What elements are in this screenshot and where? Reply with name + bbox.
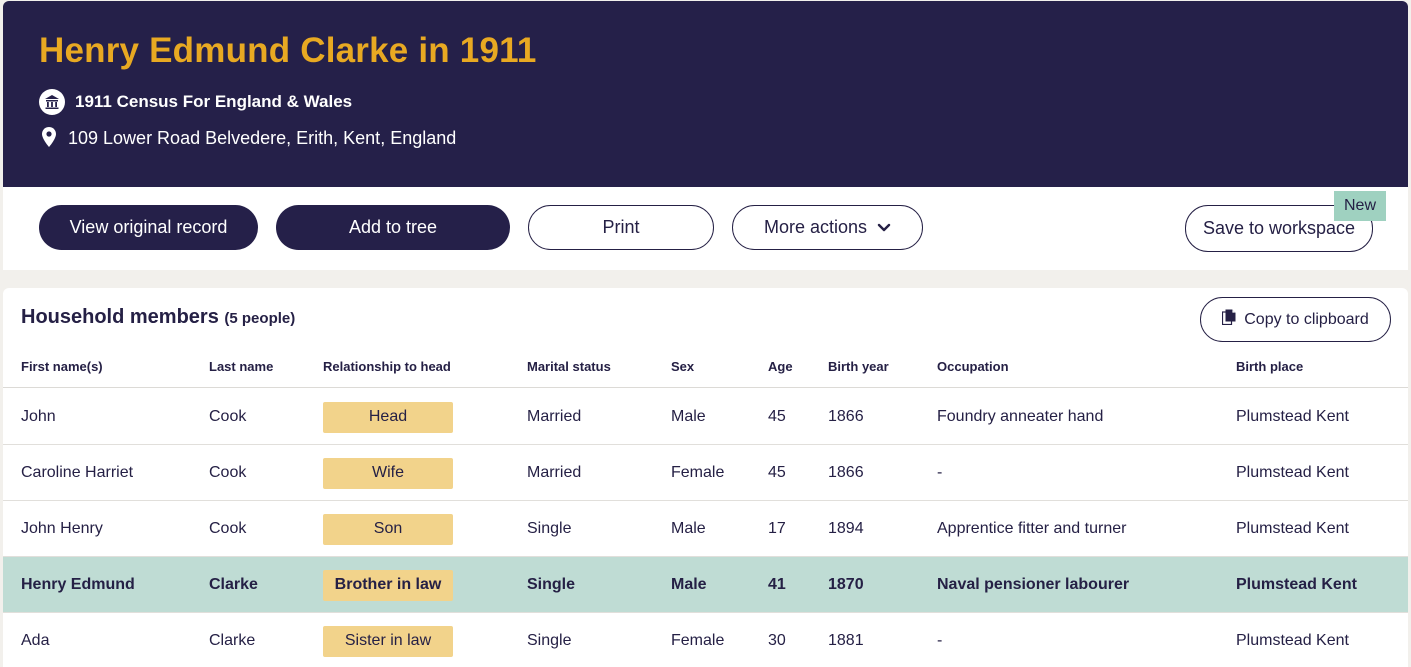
collection-name[interactable]: 1911 Census For England & Wales	[75, 92, 352, 112]
age-cell: 45	[768, 464, 786, 481]
record-header: Henry Edmund Clarke in 1911 1911 Census …	[3, 1, 1408, 187]
col-relationship[interactable]: Relationship to head	[323, 359, 451, 374]
marital-status-cell: Married	[527, 464, 582, 481]
table-row[interactable]: John Henry Cook Son Single Male 17 1894 …	[3, 501, 1408, 557]
address-row: 109 Lower Road Belvedere, Erith, Kent, E…	[39, 127, 456, 149]
last-name-cell: Cook	[209, 464, 247, 481]
age-cell: 17	[768, 520, 786, 537]
col-last-name[interactable]: Last name	[209, 359, 273, 374]
table-header: First name(s) Last name Relationship to …	[3, 359, 1408, 388]
age-cell: 41	[768, 576, 786, 593]
household-title-text: Household members	[21, 306, 219, 328]
birth-year-cell: 1881	[828, 632, 864, 649]
col-age[interactable]: Age	[768, 359, 793, 374]
address-text: 109 Lower Road Belvedere, Erith, Kent, E…	[68, 127, 457, 148]
occupation-cell: Apprentice fitter and turner	[937, 520, 1127, 537]
last-name-cell: Cook	[209, 520, 247, 537]
col-occupation[interactable]: Occupation	[937, 359, 1009, 374]
add-to-tree-button[interactable]: Add to tree	[276, 205, 510, 250]
last-name-cell: Clarke	[209, 632, 256, 649]
occupation-cell: -	[937, 464, 943, 481]
relationship-cell: Wife	[323, 445, 453, 501]
birth-place-cell: Plumstead Kent	[1236, 464, 1349, 481]
relationship-badge: Sister in law	[323, 625, 453, 657]
birth-place-cell: Plumstead Kent	[1236, 632, 1349, 649]
page-title: Henry Edmund Clarke in 1911	[39, 31, 537, 70]
view-original-record-button[interactable]: View original record	[39, 205, 258, 250]
location-pin-icon	[39, 127, 59, 149]
last-name-cell: Clarke	[209, 576, 258, 593]
sex-cell: Male	[671, 520, 706, 537]
birth-year-cell: 1894	[828, 520, 864, 537]
first-name-cell: Caroline Harriet	[21, 464, 134, 481]
sex-cell: Male	[671, 576, 707, 593]
col-first-name[interactable]: First name(s)	[21, 359, 103, 374]
first-name-cell: John	[21, 408, 56, 425]
collection-row: 1911 Census For England & Wales	[39, 89, 352, 115]
age-cell: 30	[768, 632, 786, 649]
more-actions-label: More actions	[763, 217, 868, 237]
action-bar: View original record Add to tree Print M…	[3, 187, 1408, 270]
marital-status-cell: Married	[527, 408, 582, 425]
sex-cell: Female	[671, 464, 725, 481]
relationship-cell: Brother in law	[323, 557, 453, 613]
relationship-cell: Head	[323, 389, 453, 445]
col-birth-year[interactable]: Birth year	[828, 359, 889, 374]
occupation-cell: -	[937, 632, 943, 649]
relationship-badge: Brother in law	[323, 569, 453, 601]
first-name-cell: Henry Edmund	[21, 576, 135, 593]
table-row-highlighted[interactable]: Henry Edmund Clarke Brother in law Singl…	[3, 557, 1408, 613]
table-row[interactable]: Ada Clarke Sister in law Single Female 3…	[3, 613, 1408, 667]
copy-document-icon	[1222, 309, 1236, 330]
birth-place-cell: Plumstead Kent	[1236, 576, 1357, 593]
census-building-icon	[39, 89, 65, 115]
relationship-cell: Son	[323, 501, 453, 557]
birth-year-cell: 1866	[828, 464, 864, 481]
marital-status-cell: Single	[527, 632, 572, 649]
chevron-down-icon	[877, 217, 891, 238]
household-title: Household members (5 people)	[21, 306, 295, 329]
relationship-badge: Son	[323, 513, 453, 545]
birth-place-cell: Plumstead Kent	[1236, 408, 1349, 425]
table-row[interactable]: Caroline Harriet Cook Wife Married Femal…	[3, 445, 1408, 501]
relationship-badge: Wife	[323, 457, 453, 489]
household-members-panel: Household members (5 people) Copy to cli…	[3, 288, 1408, 667]
col-birth-place[interactable]: Birth place	[1236, 359, 1303, 374]
last-name-cell: Cook	[209, 408, 247, 425]
print-button[interactable]: Print	[528, 205, 714, 250]
relationship-badge: Head	[323, 401, 453, 433]
birth-year-cell: 1870	[828, 576, 864, 593]
marital-status-cell: Single	[527, 576, 576, 593]
birth-year-cell: 1866	[828, 408, 864, 425]
sex-cell: Male	[671, 408, 706, 425]
relationship-cell: Sister in law	[323, 613, 453, 667]
first-name-cell: Ada	[21, 632, 50, 649]
copy-to-clipboard-button[interactable]: Copy to clipboard	[1200, 297, 1391, 342]
marital-status-cell: Single	[527, 520, 572, 537]
occupation-cell: Foundry anneater hand	[937, 408, 1104, 425]
copy-label: Copy to clipboard	[1244, 310, 1369, 328]
occupation-cell: Naval pensioner labourer	[937, 576, 1130, 593]
new-badge: New	[1334, 191, 1386, 221]
first-name-cell: John Henry	[21, 520, 103, 537]
col-marital-status[interactable]: Marital status	[527, 359, 611, 374]
col-sex[interactable]: Sex	[671, 359, 694, 374]
table-row[interactable]: John Cook Head Married Male 45 1866 Foun…	[3, 389, 1408, 445]
sex-cell: Female	[671, 632, 725, 649]
birth-place-cell: Plumstead Kent	[1236, 520, 1349, 537]
household-count: (5 people)	[224, 310, 296, 327]
more-actions-button[interactable]: More actions	[732, 205, 923, 250]
age-cell: 45	[768, 408, 786, 425]
